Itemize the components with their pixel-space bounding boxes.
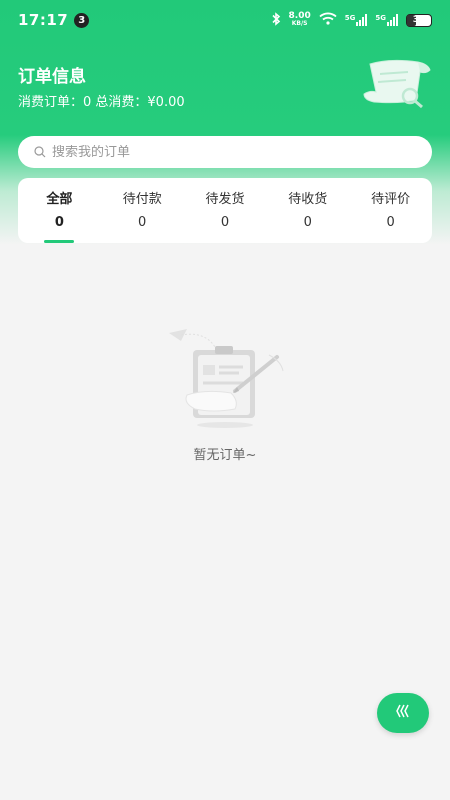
tab-label: 全部 [46,192,73,207]
tab-count: 0 [54,215,64,230]
order-status-tabs: 全部 0 待付款 0 待发货 0 待收货 0 待评价 0 [18,178,432,243]
floating-menu-button[interactable] [377,693,429,733]
signal-1-label: 5G [344,14,356,22]
tab-pending-payment[interactable]: 待付款 0 [101,178,184,243]
network-speed: 8.00 KB/S [289,12,311,28]
tab-count: 0 [303,215,312,230]
signal-icon-2: 5G [375,14,398,26]
tab-count: 0 [138,215,147,230]
network-speed-unit: KB/S [291,20,308,27]
active-tab-indicator [44,240,75,243]
signal-2-label: 5G [375,14,386,22]
chevrons-left-icon [394,703,412,723]
tab-pending-shipment[interactable]: 待发货 0 [184,178,267,243]
network-speed-value: 8.00 [288,11,311,21]
tab-pending-receipt[interactable]: 待收货 0 [266,178,349,243]
battery-level: 36 [412,15,426,25]
tab-label: 待发货 [205,192,245,207]
empty-state-message: 暂无订单~ [193,448,257,463]
tab-count: 0 [220,215,230,230]
battery-icon: 36 [406,13,432,27]
tab-label: 待评价 [371,192,411,207]
order-summary: 消费订单：0 总消费：¥0.00 [18,95,185,110]
signal-icon-1: 5G [345,14,368,26]
status-bar: 17:17 3 8.00 KB/S 5G 5G 36 [0,0,450,40]
tab-label: 待收货 [288,192,328,207]
tab-all[interactable]: 全部 0 [18,178,101,243]
bluetooth-icon [271,11,281,29]
empty-orders-illustration-icon [169,329,284,428]
status-time: 17:17 [18,11,69,29]
search-bar[interactable] [18,136,432,168]
search-icon [34,143,46,162]
scroll-illustration-icon [363,59,431,109]
notification-count-badge: 3 [74,12,90,28]
status-icons: 8.00 KB/S 5G 5G 36 [271,12,432,29]
wifi-icon [319,12,337,28]
tab-count: 0 [386,215,395,230]
search-input[interactable] [52,144,392,160]
tab-label: 待付款 [122,192,162,207]
page-title: 订单信息 [18,67,86,87]
tab-pending-review[interactable]: 待评价 0 [349,178,432,243]
